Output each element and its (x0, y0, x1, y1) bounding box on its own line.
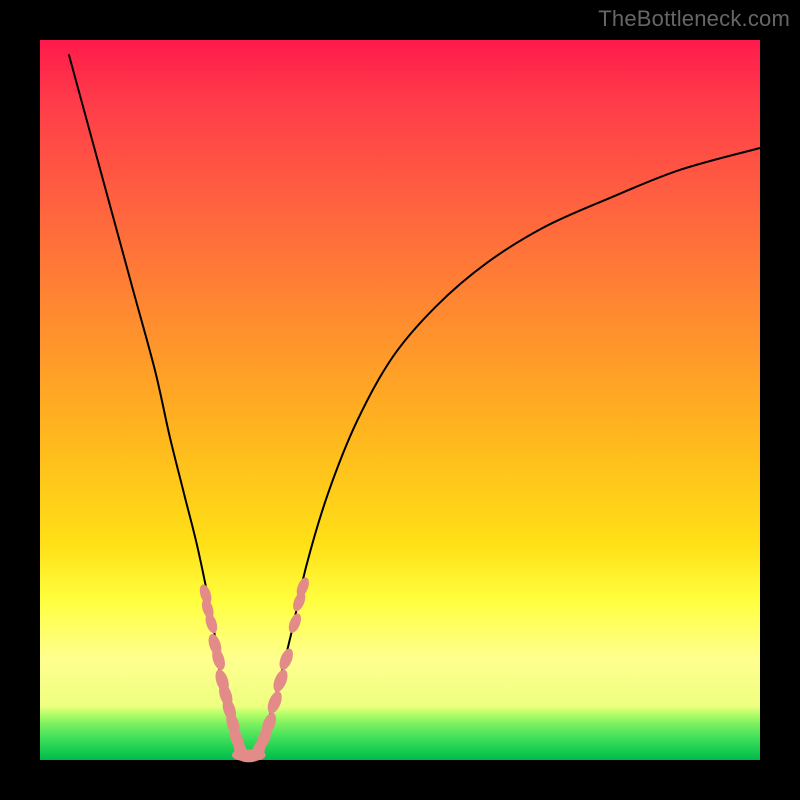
markers-group (198, 576, 312, 763)
curve-right (256, 148, 760, 760)
chart-svg (40, 40, 760, 760)
data-marker (294, 576, 311, 599)
chart-container: TheBottleneck.com (0, 0, 800, 800)
data-marker (277, 647, 296, 672)
plot-area (40, 40, 760, 760)
data-marker (265, 689, 285, 715)
data-marker (271, 668, 291, 694)
watermark-text: TheBottleneck.com (598, 6, 790, 32)
data-marker (286, 612, 303, 635)
